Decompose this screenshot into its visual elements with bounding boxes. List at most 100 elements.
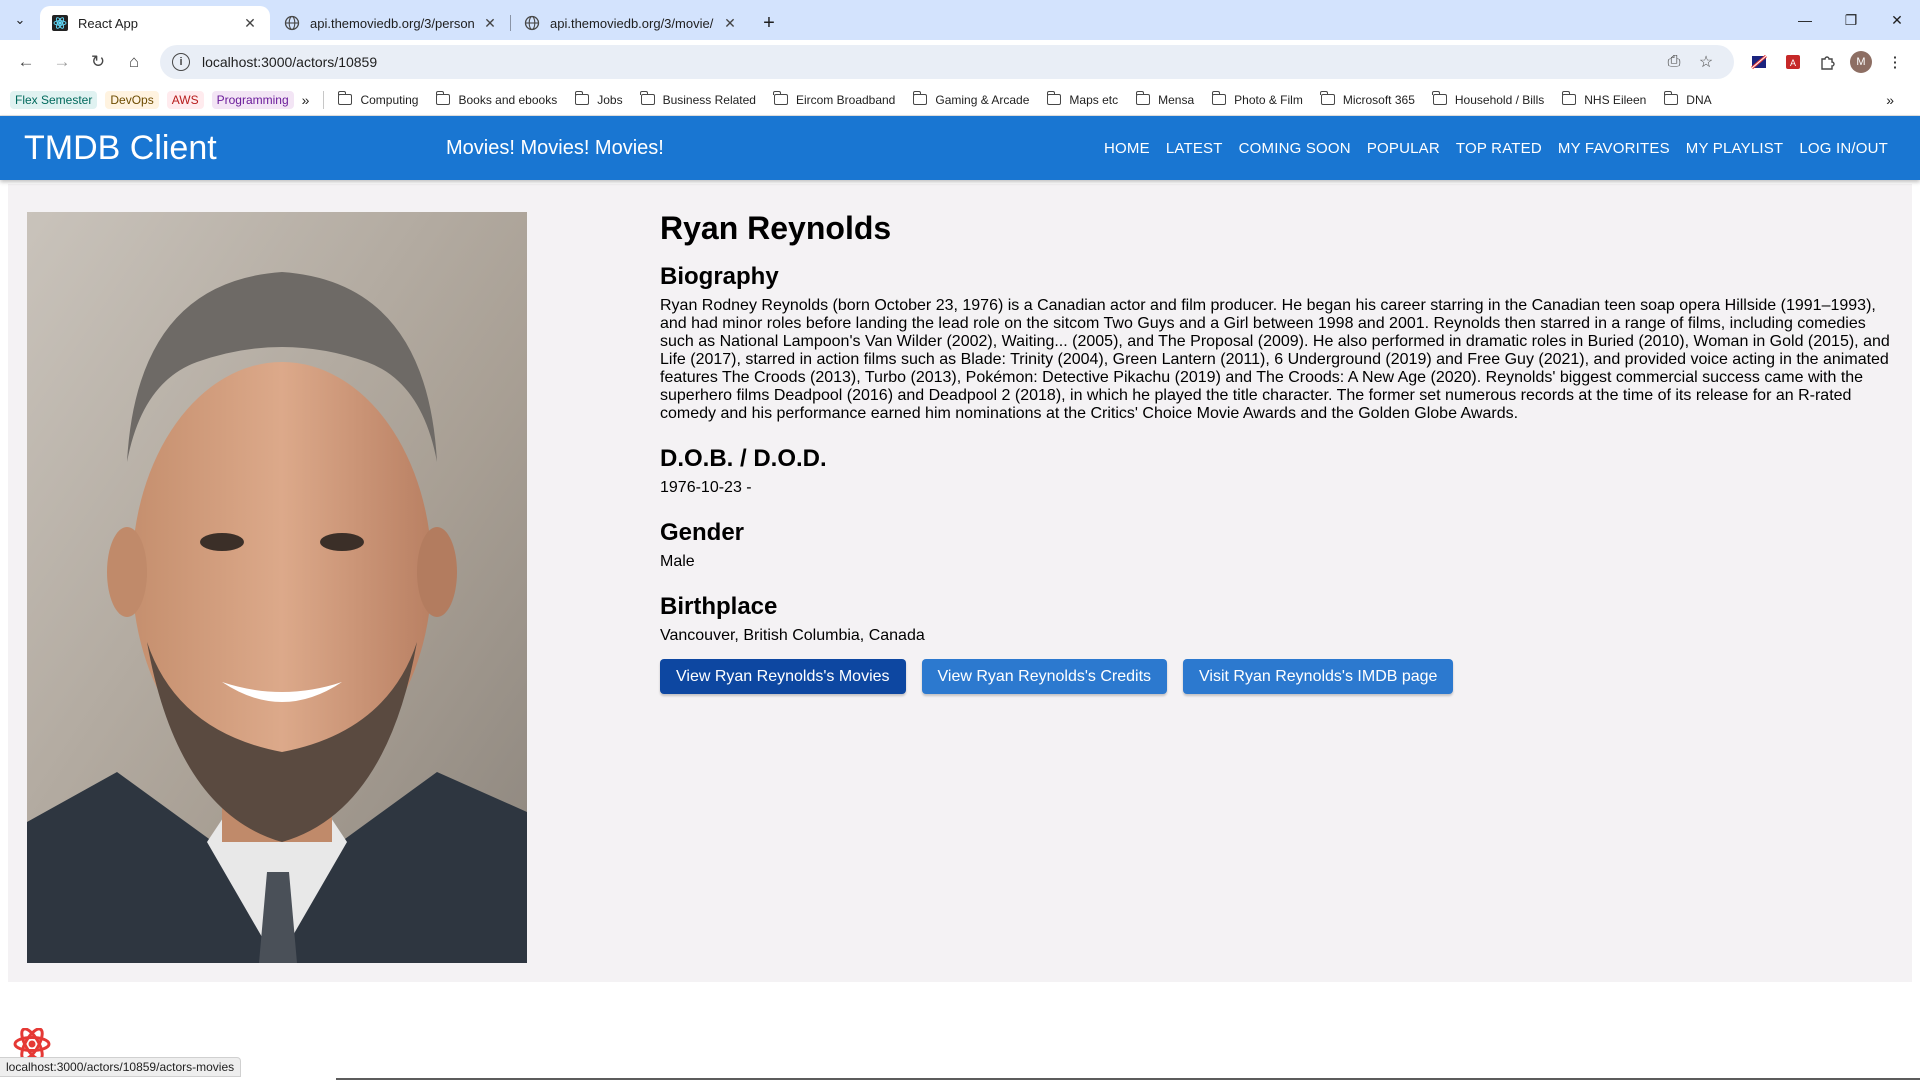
- bookmark-folder[interactable]: Books and ebooks: [435, 91, 557, 107]
- link-status-bar: localhost:3000/actors/10859/actors-movie…: [0, 1057, 242, 1077]
- site-info-icon[interactable]: i: [172, 53, 190, 71]
- bookmark-folder[interactable]: Photo & Film: [1211, 91, 1303, 107]
- gender-heading: Gender: [660, 519, 745, 546]
- nav-popular[interactable]: POPULAR: [1359, 140, 1448, 157]
- actor-portrait: [27, 212, 527, 963]
- bookmark-folder[interactable]: Eircom Broadband: [773, 91, 896, 107]
- bookmark-chip-aws[interactable]: AWS: [166, 90, 204, 109]
- globe-icon: [284, 15, 300, 31]
- bookmark-folder[interactable]: Gaming & Arcade: [912, 91, 1030, 107]
- app-header: TMDB Client Movies! Movies! Movies! HOME…: [0, 116, 1920, 180]
- folder-icon: [337, 91, 353, 105]
- bookmark-folder[interactable]: Mensa: [1135, 91, 1194, 107]
- install-app-icon[interactable]: ⎙: [1658, 53, 1690, 71]
- folder-icon: [640, 91, 655, 105]
- new-tab-plus-icon[interactable]: +: [752, 6, 786, 40]
- bookmark-folder-label: Computing: [360, 92, 419, 107]
- bookmark-chip-programming[interactable]: Programming: [211, 90, 294, 109]
- bookmark-folder-label: DNA: [1686, 92, 1712, 107]
- folder-icon: [912, 91, 928, 105]
- bookmark-folder-label: Photo & Film: [1234, 92, 1303, 107]
- tab-title: api.themoviedb.org/3/movie/1: [550, 15, 714, 31]
- back-arrow-icon[interactable]: ←: [8, 44, 44, 80]
- bookmark-folder-label: Eircom Broadband: [795, 92, 896, 107]
- flag-extension-icon[interactable]: [1742, 45, 1776, 79]
- restore-icon[interactable]: ❐: [1828, 0, 1874, 40]
- extensions-puzzle-icon[interactable]: [1810, 45, 1844, 79]
- bookmark-folder[interactable]: NHS Eileen: [1561, 91, 1647, 107]
- dob-heading: D.O.B. / D.O.D.: [660, 445, 827, 472]
- folder-icon: [1561, 91, 1577, 105]
- bookmark-chip-flex-semester[interactable]: Flex Semester: [10, 90, 98, 109]
- browser-tab-strip: ⌄ React App ✕ api.themoviedb.org/3/perso…: [0, 0, 1920, 40]
- window-controls: — ❐ ✕: [1782, 0, 1920, 40]
- star-icon[interactable]: ☆: [1690, 52, 1722, 72]
- close-window-icon[interactable]: ✕: [1874, 0, 1920, 40]
- tab-api-movie[interactable]: api.themoviedb.org/3/movie/1 ✕: [510, 6, 750, 40]
- tab-api-person[interactable]: api.themoviedb.org/3/person/1 ✕: [272, 6, 510, 40]
- bookmark-chips-more-icon[interactable]: »: [302, 92, 310, 108]
- url-text[interactable]: localhost:3000/actors/10859: [202, 54, 1658, 70]
- nav-latest[interactable]: LATEST: [1158, 140, 1231, 157]
- folder-icon: [1211, 91, 1227, 105]
- bookmark-folder[interactable]: DNA: [1663, 91, 1712, 107]
- birthplace-value: Vancouver, British Columbia, Canada: [660, 627, 925, 644]
- address-bar[interactable]: i localhost:3000/actors/10859 ⎙ ☆: [160, 45, 1734, 79]
- folder-icon: [773, 91, 788, 105]
- actor-details: Ryan Reynolds Biography Ryan Rodney Reyn…: [660, 210, 1900, 694]
- nav-log-in-out[interactable]: LOG IN/OUT: [1791, 140, 1896, 157]
- avatar: M: [1850, 51, 1872, 73]
- nav-home[interactable]: HOME: [1096, 140, 1158, 157]
- visit-imdb-button[interactable]: Visit Ryan Reynolds's IMDB page: [1183, 659, 1454, 694]
- forward-arrow-icon[interactable]: →: [44, 44, 80, 80]
- pdf-extension-icon[interactable]: A: [1776, 45, 1810, 79]
- nav-my-favorites[interactable]: MY FAVORITES: [1550, 140, 1678, 157]
- close-icon[interactable]: ✕: [242, 15, 258, 31]
- bookmark-folder[interactable]: Jobs: [574, 91, 623, 107]
- view-movies-button[interactable]: View Ryan Reynolds's Movies: [660, 659, 906, 694]
- nav-my-playlist[interactable]: MY PLAYLIST: [1678, 140, 1792, 157]
- biography-heading: Biography: [660, 263, 779, 290]
- biography-text: Ryan Rodney Reynolds (born October 23, 1…: [660, 297, 1890, 422]
- nav-coming-soon[interactable]: COMING SOON: [1231, 140, 1359, 157]
- bookmark-folder[interactable]: Computing: [337, 91, 419, 107]
- bookmark-folder-label: Jobs: [597, 92, 623, 107]
- bookmarks-divider: [323, 90, 325, 109]
- bookmark-folder[interactable]: Maps etc: [1046, 91, 1118, 107]
- bookmark-folder-label: Household / Bills: [1454, 92, 1545, 107]
- profile-avatar[interactable]: M: [1844, 45, 1878, 79]
- kebab-menu-icon[interactable]: ⋮: [1878, 45, 1912, 79]
- bookmarks-bar: Flex Semester DevOps AWS Programming » C…: [0, 84, 1920, 116]
- minimize-icon[interactable]: —: [1782, 0, 1828, 40]
- bookmark-chip-devops[interactable]: DevOps: [105, 90, 159, 109]
- folder-icon: [1135, 91, 1151, 105]
- close-icon[interactable]: ✕: [722, 15, 738, 31]
- svg-text:A: A: [1790, 58, 1796, 68]
- dob-value: 1976-10-23 -: [660, 479, 752, 496]
- folder-icon: [435, 91, 451, 105]
- gender-value: Male: [660, 553, 695, 570]
- browser-toolbar: ← → ↻ ⌂ i localhost:3000/actors/10859 ⎙ …: [0, 40, 1920, 84]
- app-title[interactable]: TMDB Client: [24, 129, 446, 168]
- folder-icon: [1320, 91, 1335, 105]
- bookmark-folder-label: Gaming & Arcade: [935, 92, 1030, 107]
- close-icon[interactable]: ✕: [482, 15, 498, 31]
- home-icon[interactable]: ⌂: [116, 44, 152, 80]
- tab-react-app[interactable]: React App ✕: [40, 6, 270, 40]
- bookmark-folder[interactable]: Household / Bills: [1432, 91, 1545, 107]
- folder-icon: [1046, 91, 1062, 105]
- reload-icon[interactable]: ↻: [80, 44, 116, 80]
- nav-top-rated[interactable]: TOP RATED: [1448, 140, 1550, 157]
- actor-name: Ryan Reynolds: [660, 210, 892, 246]
- bookmarks-overflow-icon[interactable]: »: [1886, 92, 1894, 108]
- bookmark-folder[interactable]: Business Related: [640, 91, 756, 107]
- folder-icon: [1663, 91, 1679, 105]
- bookmark-folder[interactable]: Microsoft 365: [1320, 91, 1415, 107]
- bookmark-folder-label: Business Related: [662, 92, 756, 107]
- tab-title: api.themoviedb.org/3/person/1: [310, 15, 474, 31]
- bookmark-folder-label: Microsoft 365: [1342, 92, 1415, 107]
- main-nav: HOME LATEST COMING SOON POPULAR TOP RATE…: [1096, 140, 1896, 157]
- bookmark-folder-label: NHS Eileen: [1584, 92, 1647, 107]
- view-credits-button[interactable]: View Ryan Reynolds's Credits: [921, 659, 1168, 694]
- tab-search-chevron-icon[interactable]: ⌄: [0, 0, 40, 40]
